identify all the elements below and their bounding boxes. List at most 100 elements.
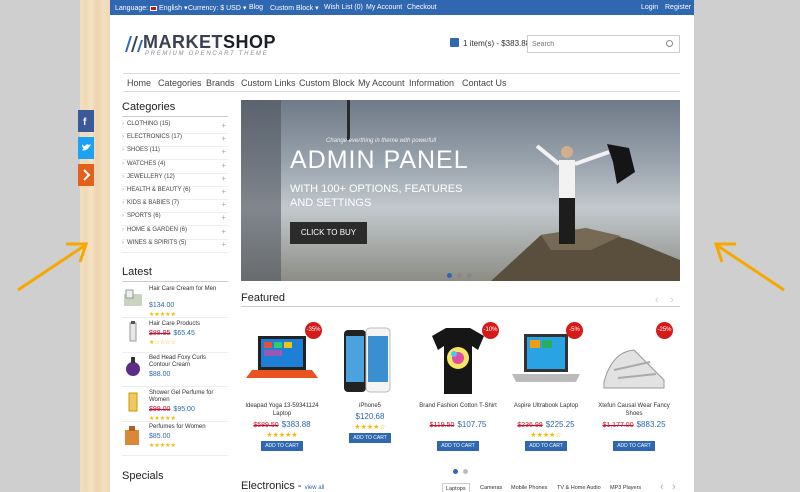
banner-pager [447,269,477,281]
cart-summary[interactable]: 1 item(s) - $383.88 [450,38,530,48]
product-name[interactable]: Shower Gel Perfume for Women [149,390,229,404]
account-link[interactable]: My Account [366,4,402,11]
login-link[interactable]: Login [641,4,658,11]
tab-mobile-phones[interactable]: Mobile Phones [511,483,547,492]
nav-contact-us[interactable]: Contact Us [462,78,507,88]
chevron-left-icon[interactable]: ‹ [655,294,659,306]
checkout-link[interactable]: Checkout [407,4,437,11]
product-name[interactable]: Perfumes for Women [149,424,229,431]
product-card[interactable]: -5% Aspire Ultrabook Laptop $236.99 $225.25… [506,320,586,460]
plus-icon[interactable]: + [221,121,226,130]
tab-mp3-players[interactable]: MP3 Players [610,483,641,492]
plus-icon[interactable]: + [221,174,226,183]
latest-product[interactable]: Shower Gel Perfume for Women $99.00 $95.00… [122,388,228,422]
latest-product[interactable]: Bed Head Foxy Curls Contour Cream $88.00 [122,353,228,387]
click-to-buy-button[interactable]: CLICK TO BUY [290,222,367,244]
register-link[interactable]: Register [665,4,691,11]
category-item[interactable]: › HOME & GARDEN (6) + [122,227,228,240]
product-thumbnail[interactable] [122,286,144,308]
category-item[interactable]: › CLOTHING (15) + [122,121,228,134]
plus-icon[interactable]: + [221,213,226,222]
product-thumbnail[interactable] [122,424,144,446]
pager-dot[interactable] [453,469,458,474]
product-name[interactable]: Bed Head Foxy Curls Contour Cream [149,355,229,369]
rating-stars: ★☆☆☆☆ [149,339,176,346]
nav-home[interactable]: Home [127,78,151,88]
facebook-button[interactable]: f [78,110,94,132]
hero-banner[interactable]: Change everthing in theme with powerfull… [241,100,680,281]
product-image[interactable] [330,322,410,398]
product-name[interactable]: Xtefun Causal Wear Fancy Shoes [594,402,674,418]
add-to-cart-button[interactable]: ADD TO CART [349,433,391,443]
wishlist-link[interactable]: Wish List (0) [324,4,363,11]
old-price: $99.00 [149,405,171,413]
add-to-cart-button[interactable]: ADD TO CART [525,441,567,451]
plus-icon[interactable]: + [221,187,226,196]
latest-product[interactable]: Perfumes for Women $85.00 ★★★★★ [122,422,228,456]
pager-dot[interactable] [447,273,452,278]
view-all-link[interactable]: view all [305,485,325,491]
chevron-right-icon[interactable]: › [670,294,674,306]
pager-dot[interactable] [463,469,468,474]
plus-icon[interactable]: + [221,134,226,143]
plus-icon[interactable]: + [221,161,226,170]
product-card[interactable]: iPhone5 $120.68 ★★★★☆ ADD TO CART [330,320,410,460]
category-item[interactable]: › JEWELLERY (12) + [122,174,228,187]
share-button[interactable] [78,164,94,186]
nav-my-account[interactable]: My Account [358,78,405,88]
product-name[interactable]: iPhone5 [330,402,410,410]
chevron-right-icon[interactable]: › [672,481,676,492]
plus-icon[interactable]: + [221,227,226,236]
tab-laptops[interactable]: Laptops [442,483,470,492]
nav-custom-block[interactable]: Custom Block [299,78,355,88]
product-name[interactable]: Ideapad Yoga 13-59341124 Laptop [242,402,322,418]
product-name[interactable]: Aspire Ultrabook Laptop [506,402,586,410]
chevron-left-icon[interactable]: ‹ [660,481,664,492]
pager-dot[interactable] [467,273,472,278]
add-to-cart-button[interactable]: ADD TO CART [613,441,655,451]
custom-block-link[interactable]: Custom Block ▾ [270,4,319,12]
category-item[interactable]: › WATCHES (4) + [122,161,228,174]
latest-product[interactable]: Hair Care Cream for Men $134.00 ★★★★★ [122,284,228,318]
search-icon[interactable] [666,40,673,47]
category-item[interactable]: › SHOES (11) + [122,147,228,161]
plus-icon[interactable]: + [221,240,226,249]
product-card[interactable]: -10% Brand Fashion Cotton T-Shirt $119.50 $… [418,320,499,460]
add-to-cart-button[interactable]: ADD TO CART [437,441,479,451]
nav-categories[interactable]: Categories [158,78,202,88]
blog-link[interactable]: Blog [249,4,263,11]
category-item[interactable]: › WINES & SPIRITS (5) + [122,240,228,253]
product-name[interactable]: Brand Fashion Cotton T-Shirt [418,402,498,410]
language-selector[interactable]: Language: English ▾ [115,4,187,12]
nav-brands[interactable]: Brands [206,78,235,88]
product-name[interactable]: Hair Care Cream for Men [149,286,229,293]
facebook-icon: f [83,117,87,128]
product-thumbnail[interactable] [122,355,144,377]
nav-custom-links[interactable]: Custom Links [241,78,296,88]
categories-title: Categories [122,101,176,113]
nav-information[interactable]: Information [409,78,454,88]
pager-dot[interactable] [457,273,462,278]
product-card[interactable]: -25% Xtefun Causal Wear Fancy Shoes $1,177… [594,320,674,460]
product-thumbnail[interactable] [122,390,144,412]
tab-cameras[interactable]: Cameras [480,483,502,492]
category-item[interactable]: › KIDS & BABIES (7) + [122,200,228,214]
product-card[interactable]: -35% Ideapad Yoga 13-59341124 Laptop $589.… [242,320,322,460]
category-item[interactable]: › HEALTH & BEAUTY (6) + [122,187,228,200]
tab-tv-home-audio[interactable]: TV & Home Audio [557,483,601,492]
new-price: $120.68 [355,412,385,421]
logo-text[interactable]: MARKETSHOP [143,32,276,53]
product-thumbnail[interactable] [122,320,144,343]
category-item[interactable]: › SPORTS (6) + [122,213,228,227]
category-item[interactable]: › ELECTRONICS (17) + [122,134,228,148]
search-input[interactable] [528,36,653,52]
add-to-cart-button[interactable]: ADD TO CART [261,441,303,451]
plus-icon[interactable]: + [221,147,226,156]
plus-icon[interactable]: + [221,200,226,209]
banner-headline: ADMIN PANEL [290,146,469,174]
currency-selector[interactable]: Currency: $ USD ▾ [188,4,246,12]
chevron-right-icon: › [122,134,124,141]
product-name[interactable]: Hair Care Products [149,321,229,328]
twitter-button[interactable] [78,137,94,159]
latest-product[interactable]: Hair Care Products $88.95 $65.45 ★☆☆☆☆ [122,319,228,353]
